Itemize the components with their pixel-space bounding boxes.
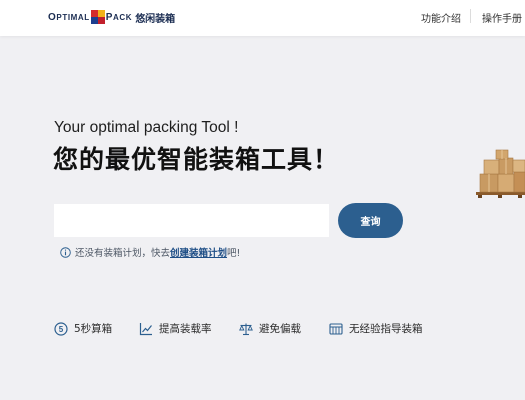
hint-prefix-text: 还没有装箱计划，快去	[75, 248, 171, 259]
nav-features-link[interactable]: 功能介绍	[421, 10, 461, 25]
logo-word-optimal: OPTIMAL	[48, 11, 90, 23]
feature-label: 5秒算箱	[74, 323, 113, 335]
svg-text:5: 5	[59, 325, 64, 334]
logo-word-pack: PACK	[105, 11, 133, 23]
trend-chart-icon	[139, 322, 152, 335]
hero-title: 您的最优智能装箱工具！	[53, 145, 340, 174]
no-plan-hint: 还没有装箱计划，快去 创建装箱计划 吧!	[60, 245, 240, 259]
nav-manual-link[interactable]: 操作手册	[482, 10, 522, 25]
logo-cube-icon	[90, 10, 105, 24]
logo-chinese-name: 悠闲装箱	[135, 13, 176, 25]
feature-avoid-unbalanced: 避免偏载	[239, 321, 301, 336]
stacked-boxes-illustration	[476, 149, 525, 198]
top-header: OPTIMAL PACK 悠闲装箱 功能介绍 操作手册	[0, 0, 525, 36]
feature-guide-packing: 无经验指导装箱	[329, 321, 423, 336]
plan-search-input[interactable]	[54, 204, 329, 237]
nav-divider	[470, 9, 471, 23]
search-button[interactable]: 查询	[338, 203, 403, 238]
feature-load-rate: 提高装载率	[139, 321, 212, 336]
five-seconds-icon: 5	[54, 321, 68, 336]
hint-suffix-text: 吧!	[227, 248, 241, 259]
guide-board-icon	[329, 322, 343, 335]
brand-logo[interactable]: OPTIMAL PACK 悠闲装箱	[48, 8, 175, 26]
feature-label: 无经验指导装箱	[349, 323, 423, 335]
hero-subtitle: Your optimal packing Tool !	[54, 119, 239, 136]
info-icon	[60, 246, 71, 258]
feature-label: 提高装载率	[159, 323, 212, 335]
feature-label: 避免偏载	[259, 323, 301, 335]
balance-scale-icon	[239, 323, 253, 335]
create-plan-link[interactable]: 创建装箱计划	[170, 245, 227, 259]
feature-five-seconds: 5 5秒算箱	[54, 321, 112, 336]
